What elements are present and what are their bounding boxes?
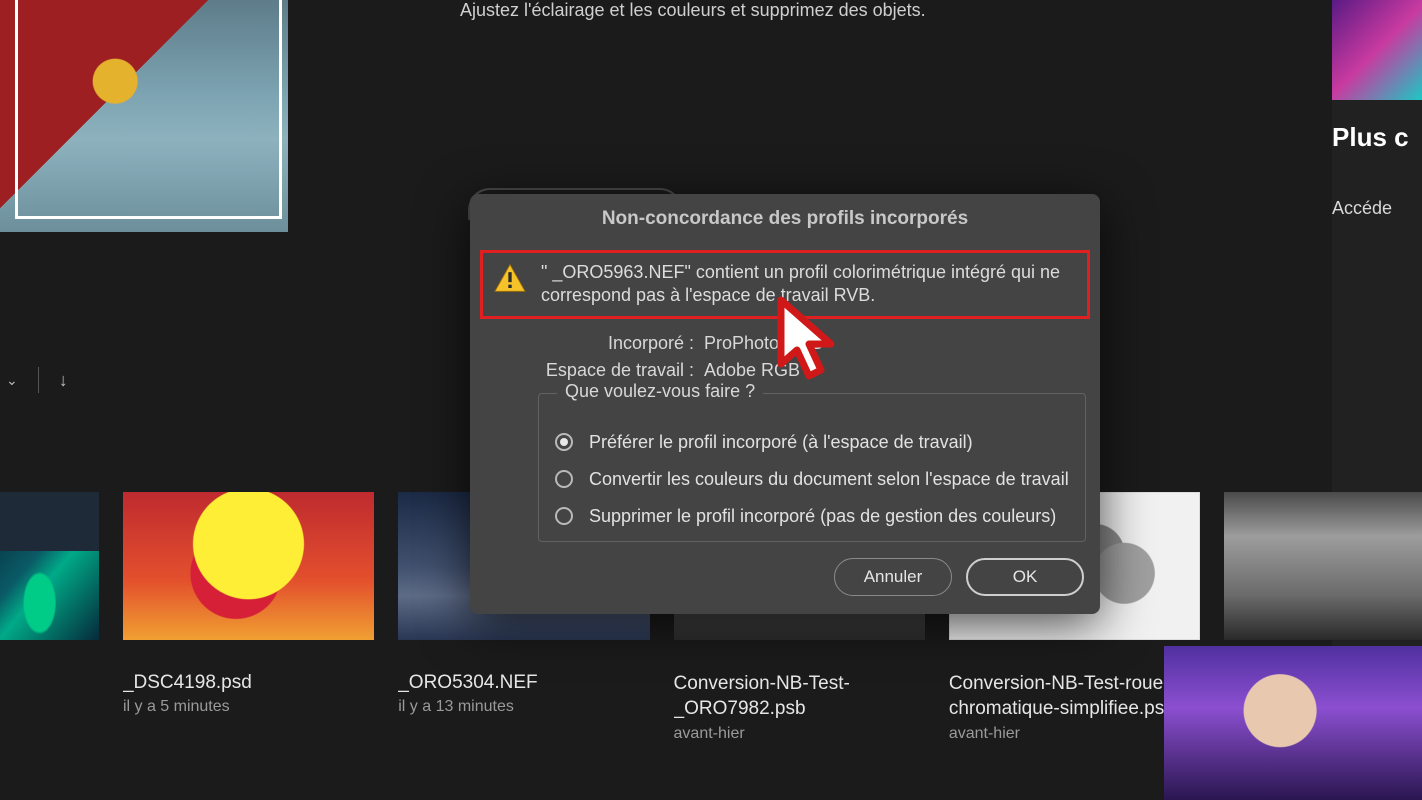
promo-heading: Plus c: [1332, 122, 1422, 153]
presenter-webcam: [1164, 646, 1422, 800]
option-convert-colors[interactable]: Convertir les couleurs du document selon…: [555, 469, 1069, 490]
file-name: Conversion-NB-Test-roue-chromatique-simp…: [949, 672, 1200, 721]
file-name: Conversion-NB-Test-_ORO7982.psb: [674, 672, 925, 721]
warning-triangle-icon: [493, 263, 527, 293]
workspace-profile-label: Espace de travail :: [536, 360, 694, 381]
view-toolbar: ⌄ ↓: [0, 362, 120, 398]
file-card[interactable]: _DSC4198.psd il y a 5 minutes: [123, 492, 374, 772]
promo-image: [1332, 0, 1422, 100]
option-label: Convertir les couleurs du document selon…: [589, 469, 1069, 490]
radio-icon: [555, 433, 573, 451]
dialog-title: Non-concordance des profils incorporés: [470, 194, 1100, 244]
file-thumbnail: [123, 492, 374, 640]
dialog-options-fieldset: Que voulez-vous faire ? Préférer le prof…: [538, 393, 1086, 542]
hero-tutorial-thumbnail[interactable]: [0, 0, 288, 232]
toolbar-divider: [38, 367, 39, 393]
embedded-profile-label: Incorporé :: [536, 333, 694, 354]
file-thumbnail: [0, 492, 99, 640]
download-icon[interactable]: ↓: [59, 370, 68, 391]
file-time: il y a 13 minutes: [398, 698, 649, 716]
dialog-options-legend: Que voulez-vous faire ?: [557, 381, 763, 402]
radio-icon: [555, 470, 573, 488]
option-label: Préférer le profil incorporé (à l'espace…: [589, 432, 973, 453]
dialog-button-row: Annuler OK: [470, 558, 1100, 596]
header-description: Ajustez l'éclairage et les couleurs et s…: [460, 0, 926, 21]
dialog-warning-box: " _ORO5963.NEF" contient un profil color…: [480, 250, 1090, 319]
file-time: il y a 5 minutes: [123, 698, 374, 716]
ok-button[interactable]: OK: [966, 558, 1084, 596]
radio-icon: [555, 507, 573, 525]
embedded-profile-value: ProPhoto RGB: [704, 333, 823, 354]
option-discard-profile[interactable]: Supprimer le profil incorporé (pas de ge…: [555, 506, 1069, 527]
dialog-warning-text: " _ORO5963.NEF" contient un profil color…: [541, 261, 1077, 308]
crop-bracket-overlay: [15, 0, 282, 219]
profile-info: Incorporé : ProPhoto RGB Espace de trava…: [536, 333, 1100, 381]
toolbar-dropdown-arrow-icon[interactable]: ⌄: [6, 372, 18, 389]
option-label: Supprimer le profil incorporé (pas de ge…: [589, 506, 1056, 527]
profile-mismatch-dialog: Non-concordance des profils incorporés "…: [470, 194, 1100, 614]
file-card[interactable]: [0, 492, 99, 772]
file-time: avant-hier: [949, 725, 1200, 743]
workspace-profile-value: Adobe RGB: [704, 360, 800, 381]
cancel-button[interactable]: Annuler: [834, 558, 952, 596]
file-thumbnail: [1224, 492, 1422, 640]
file-name: _ORO5304.NEF: [398, 672, 649, 694]
option-prefer-embedded[interactable]: Préférer le profil incorporé (à l'espace…: [555, 432, 1069, 453]
file-name: _DSC4198.psd: [123, 672, 374, 694]
promo-link[interactable]: Accéde: [1332, 198, 1422, 219]
file-time: avant-hier: [674, 725, 925, 743]
